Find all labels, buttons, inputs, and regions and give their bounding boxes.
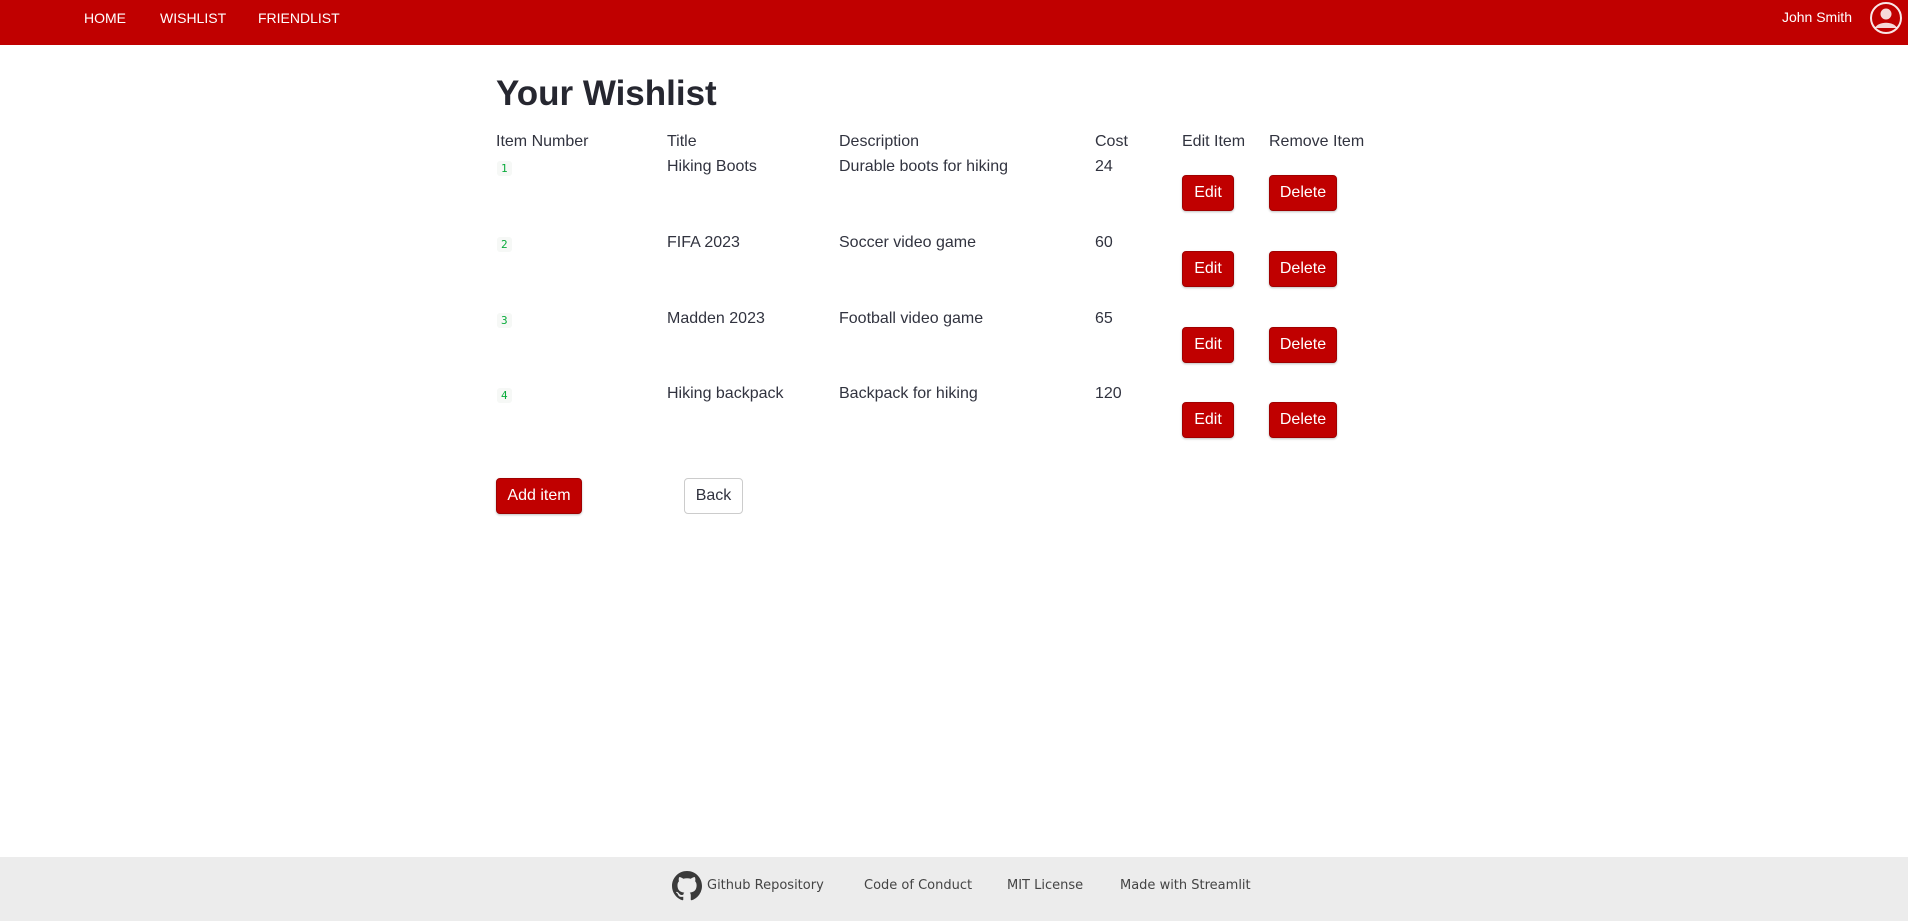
- delete-button[interactable]: Delete: [1269, 175, 1337, 211]
- github-icon[interactable]: [672, 871, 702, 901]
- edit-button[interactable]: Edit: [1182, 175, 1234, 211]
- header-description: Description: [839, 133, 920, 150]
- item-cost: 120: [1095, 385, 1122, 402]
- header-cost: Cost: [1095, 133, 1128, 150]
- item-number: 4: [497, 388, 512, 403]
- nav-wishlist-link[interactable]: WISHLIST: [160, 10, 226, 26]
- item-title: Hiking Boots: [667, 158, 757, 175]
- footer-mit-license-link[interactable]: MIT License: [1007, 878, 1083, 893]
- delete-button[interactable]: Delete: [1269, 251, 1337, 287]
- item-description: Football video game: [839, 310, 984, 327]
- delete-button[interactable]: Delete: [1269, 327, 1337, 363]
- item-description: Soccer video game: [839, 234, 976, 251]
- item-title: FIFA 2023: [667, 234, 740, 251]
- edit-button[interactable]: Edit: [1182, 251, 1234, 287]
- user-avatar-icon[interactable]: [1869, 1, 1903, 35]
- header-title: Title: [667, 133, 697, 150]
- top-navbar: HOME WISHLIST FRIENDLIST John Smith: [0, 0, 1908, 45]
- nav-friendlist-link[interactable]: FRIENDLIST: [258, 10, 340, 26]
- edit-button[interactable]: Edit: [1182, 402, 1234, 438]
- item-cost: 60: [1095, 234, 1113, 251]
- footer-code-of-conduct-link[interactable]: Code of Conduct: [864, 878, 972, 893]
- back-button[interactable]: Back: [684, 478, 743, 514]
- add-item-button[interactable]: Add item: [496, 478, 582, 514]
- item-number: 1: [497, 161, 512, 176]
- item-title: Madden 2023: [667, 310, 765, 327]
- item-description: Durable boots for hiking: [839, 158, 1008, 175]
- header-remove-item: Remove Item: [1269, 133, 1365, 150]
- delete-button[interactable]: Delete: [1269, 402, 1337, 438]
- footer-made-with-streamlit-link[interactable]: Made with Streamlit: [1120, 878, 1251, 893]
- edit-button[interactable]: Edit: [1182, 327, 1234, 363]
- item-number: 3: [497, 313, 512, 328]
- item-description: Backpack for hiking: [839, 385, 978, 402]
- footer: Github Repository Code of Conduct MIT Li…: [0, 857, 1908, 921]
- item-title: Hiking backpack: [667, 385, 784, 402]
- user-name[interactable]: John Smith: [1782, 9, 1852, 25]
- footer-github-link[interactable]: Github Repository: [707, 878, 824, 893]
- item-cost: 65: [1095, 310, 1113, 327]
- nav-home-link[interactable]: HOME: [84, 10, 126, 26]
- item-cost: 24: [1095, 158, 1113, 175]
- item-number: 2: [497, 237, 512, 252]
- header-item-number: Item Number: [496, 133, 589, 150]
- page-title: Your Wishlist: [496, 74, 717, 113]
- header-edit-item: Edit Item: [1182, 133, 1246, 150]
